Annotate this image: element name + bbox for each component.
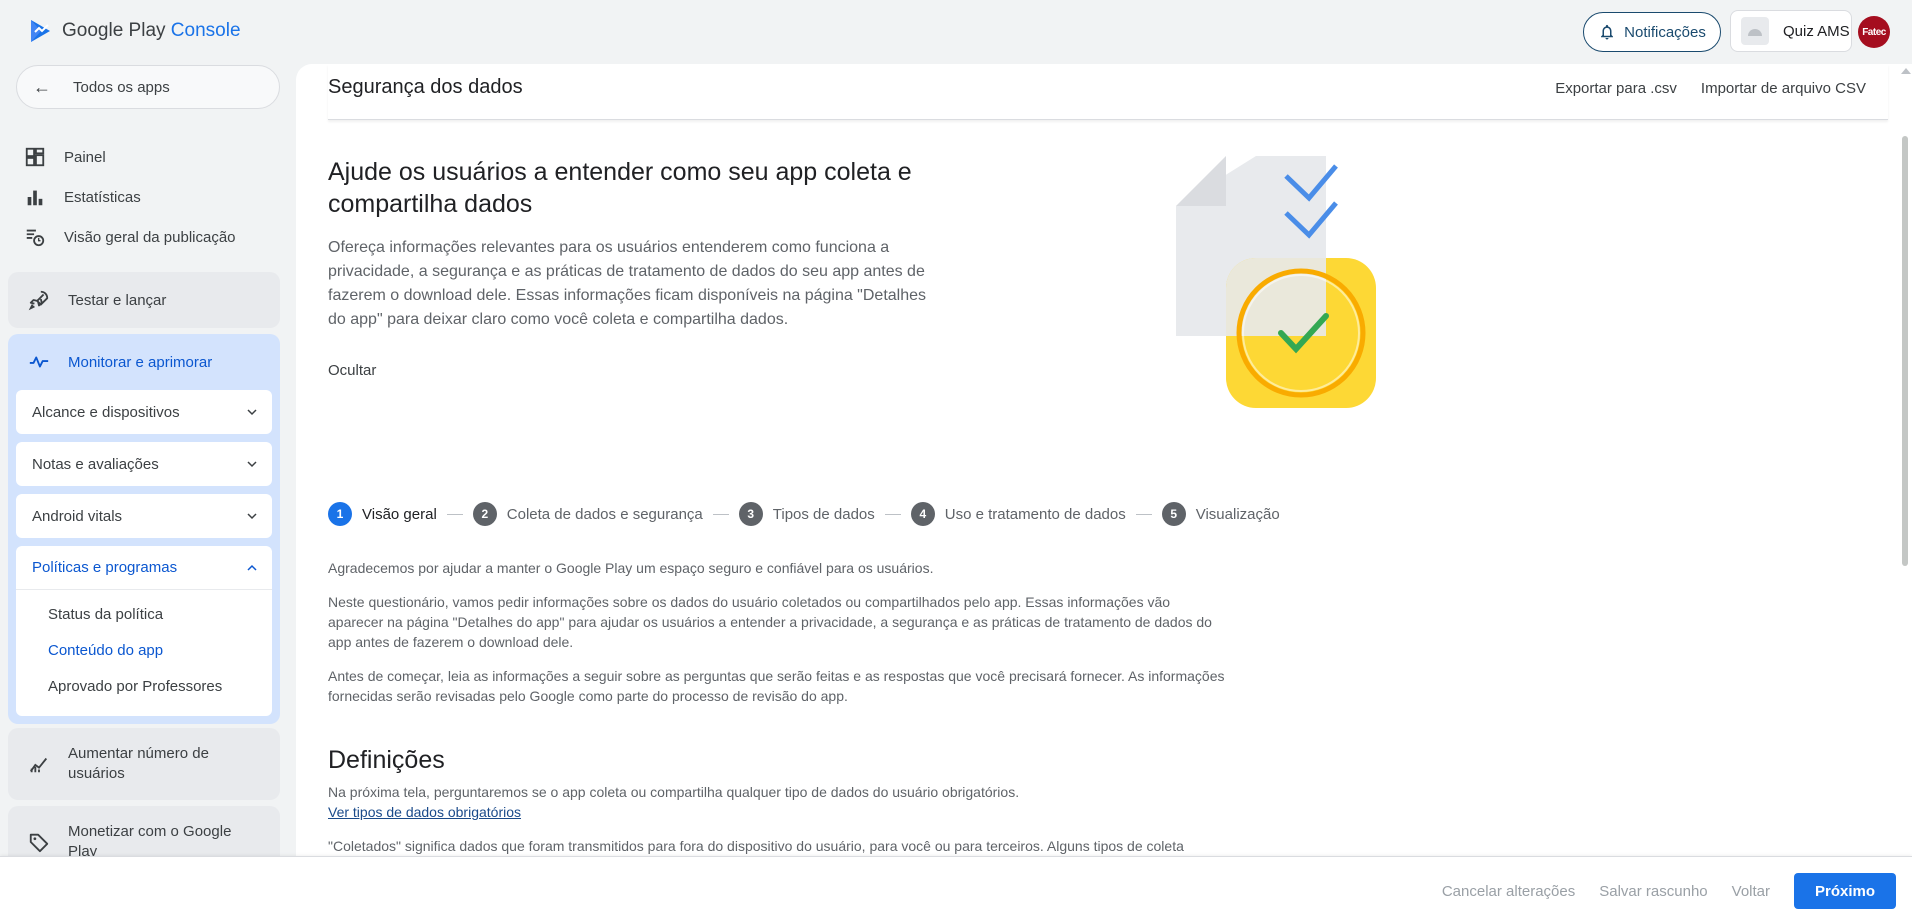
page-header: Segurança dos dados Exportar para .csv I… — [328, 64, 1888, 120]
step-tipos-dados[interactable]: 3 Tipos de dados — [738, 502, 875, 526]
scroll-up-icon[interactable] — [1901, 68, 1911, 74]
step-number: 4 — [910, 502, 935, 526]
sidebar-item-alcance-dispositivos[interactable]: Alcance e dispositivos — [16, 390, 272, 434]
app-name: Quiz AMS — [1783, 22, 1850, 40]
step-separator — [1135, 513, 1152, 515]
definitions-text: Na próxima tela, perguntaremos se o app … — [328, 784, 1020, 800]
sidebar-item-painel[interactable]: Painel — [24, 146, 106, 168]
sidebar-item-conteudo-app[interactable]: Conteúdo do app — [48, 642, 163, 659]
notifications-button[interactable]: Notificações — [1583, 12, 1721, 52]
step-separator — [712, 513, 729, 515]
rocket-icon — [28, 290, 49, 311]
sidebar: ← Todos os apps Painel Estatísticas Visã… — [0, 64, 296, 856]
step-coleta-dados[interactable]: 2 Coleta de dados e segurança — [472, 502, 703, 526]
monitor-section-header[interactable]: Monitorar e aprimorar — [8, 334, 280, 390]
publishing-overview-icon — [26, 229, 45, 247]
definitions-paragraph: Na próxima tela, perguntaremos se o app … — [328, 782, 1228, 822]
main-content: Segurança dos dados Exportar para .csv I… — [296, 64, 1898, 856]
step-label: Uso e tratamento de dados — [944, 505, 1126, 523]
chevron-down-icon — [247, 513, 257, 520]
step-label: Tipos de dados — [772, 505, 875, 523]
all-apps-label: Todos os apps — [73, 78, 170, 96]
section-label: Testar e lançar — [68, 291, 167, 309]
step-visao-geral[interactable]: 1 Visão geral — [328, 502, 437, 526]
all-apps-button[interactable]: ← Todos os apps — [16, 65, 280, 109]
dashboard-icon — [25, 147, 45, 167]
account-avatar[interactable]: Fatec — [1858, 16, 1890, 48]
play-console-logo-icon — [31, 20, 50, 42]
sidebar-item-label: Estatísticas — [64, 188, 141, 206]
back-arrow-icon: ← — [33, 76, 51, 97]
sidebar-section-testar-lancar[interactable]: Testar e lançar — [8, 272, 280, 328]
hero-description: Ofereça informações relevantes para os u… — [328, 239, 927, 328]
monitor-pulse-icon — [29, 356, 49, 368]
chevron-up-icon — [247, 564, 257, 571]
step-label: Coleta de dados e segurança — [506, 505, 703, 523]
next-button[interactable]: Próximo — [1794, 873, 1896, 909]
sidebar-item-politicas-programas[interactable]: Políticas e programas — [16, 546, 272, 590]
chevron-down-icon — [247, 461, 257, 468]
policies-submenu: Status da política Conteúdo do app Aprov… — [16, 590, 272, 716]
back-button[interactable]: Voltar — [1732, 883, 1770, 900]
collected-definition-paragraph: "Coletados" significa dados que foram tr… — [328, 838, 1184, 854]
notifications-label: Notificações — [1624, 23, 1706, 41]
sub-item-label: Android vitals — [32, 507, 123, 525]
section-label: Aumentar número de usuários — [68, 745, 209, 782]
step-label: Visualização — [1195, 505, 1280, 523]
cancel-changes-button[interactable]: Cancelar alterações — [1442, 883, 1575, 900]
sidebar-item-status-politica[interactable]: Status da política — [48, 606, 163, 623]
questionnaire-stepper: 1 Visão geral 2 Coleta de dados e segura… — [328, 502, 1280, 526]
sub-item-label: Notas e avaliações — [32, 455, 159, 473]
sub-item-label: Políticas e programas — [32, 559, 178, 576]
section-label: Monetizar com o Google Play — [68, 823, 232, 856]
sidebar-item-visao-geral-publicacao[interactable]: Visão geral da publicação — [24, 226, 236, 248]
intro-paragraph: Agradecemos por ajudar a manter o Google… — [328, 560, 934, 576]
sidebar-item-android-vitals[interactable]: Android vitals — [16, 494, 272, 538]
app-thumbnail-icon — [1741, 17, 1769, 45]
sidebar-item-label: Painel — [64, 148, 106, 166]
step-number: 2 — [472, 502, 497, 526]
questionnaire-paragraph: Neste questionário, vamos pedir informaç… — [328, 594, 1212, 650]
before-start-paragraph: Antes de começar, leia as informações a … — [328, 668, 1225, 704]
hide-button[interactable]: Ocultar — [328, 362, 376, 379]
sub-item-label: Alcance e dispositivos — [32, 403, 180, 421]
bell-icon — [1601, 24, 1614, 40]
sidebar-item-estatisticas[interactable]: Estatísticas — [24, 186, 141, 208]
app-selector[interactable]: Quiz AMS — [1730, 10, 1852, 52]
sidebar-item-notas-avaliacoes[interactable]: Notas e avaliações — [16, 442, 272, 486]
sidebar-item-aprovado-professores[interactable]: Aprovado por Professores — [48, 678, 222, 695]
export-csv-button[interactable]: Exportar para .csv — [1555, 80, 1677, 97]
data-safety-illustration — [1176, 156, 1376, 408]
footer-action-bar: Cancelar alterações Salvar rascunho Volt… — [0, 856, 1912, 924]
section-label: Monitorar e aprimorar — [68, 353, 213, 371]
chevron-down-icon — [247, 409, 257, 416]
logo-text: Google Play Console — [62, 20, 241, 41]
step-visualizacao[interactable]: 5 Visualização — [1161, 502, 1280, 526]
growth-chart-icon — [30, 757, 48, 773]
sidebar-item-label: Visão geral da publicação — [64, 228, 236, 246]
step-separator — [884, 513, 901, 515]
step-number: 1 — [328, 502, 352, 526]
main-scrollbar[interactable] — [1898, 64, 1912, 856]
sidebar-section-aumentar-usuarios[interactable]: Aumentar número de usuários — [8, 728, 280, 800]
sidebar-section-monetizar[interactable]: Monetizar com o Google Play — [8, 806, 280, 856]
bar-chart-icon — [27, 190, 43, 206]
step-separator — [446, 513, 463, 515]
sidebar-section-monitorar-aprimorar: Monitorar e aprimorar Alcance e disposit… — [8, 334, 280, 724]
step-number: 5 — [1161, 502, 1186, 526]
step-label: Visão geral — [362, 505, 437, 523]
price-tag-icon — [29, 833, 49, 853]
step-uso-tratamento[interactable]: 4 Uso e tratamento de dados — [910, 502, 1126, 526]
definitions-heading: Definições — [328, 746, 445, 774]
google-play-console-logo[interactable]: Google Play Console — [28, 18, 241, 44]
page-title: Segurança dos dados — [328, 76, 523, 98]
hero-title: Ajude os usuários a entender como seu ap… — [328, 158, 912, 218]
required-data-types-link[interactable]: Ver tipos de dados obrigatórios — [328, 804, 521, 820]
step-number: 3 — [738, 502, 763, 526]
import-csv-button[interactable]: Importar de arquivo CSV — [1701, 80, 1866, 97]
save-draft-button[interactable]: Salvar rascunho — [1599, 883, 1707, 900]
scrollbar-thumb[interactable] — [1902, 136, 1908, 566]
top-bar: Google Play Console Notificações Quiz AM… — [0, 0, 1912, 64]
